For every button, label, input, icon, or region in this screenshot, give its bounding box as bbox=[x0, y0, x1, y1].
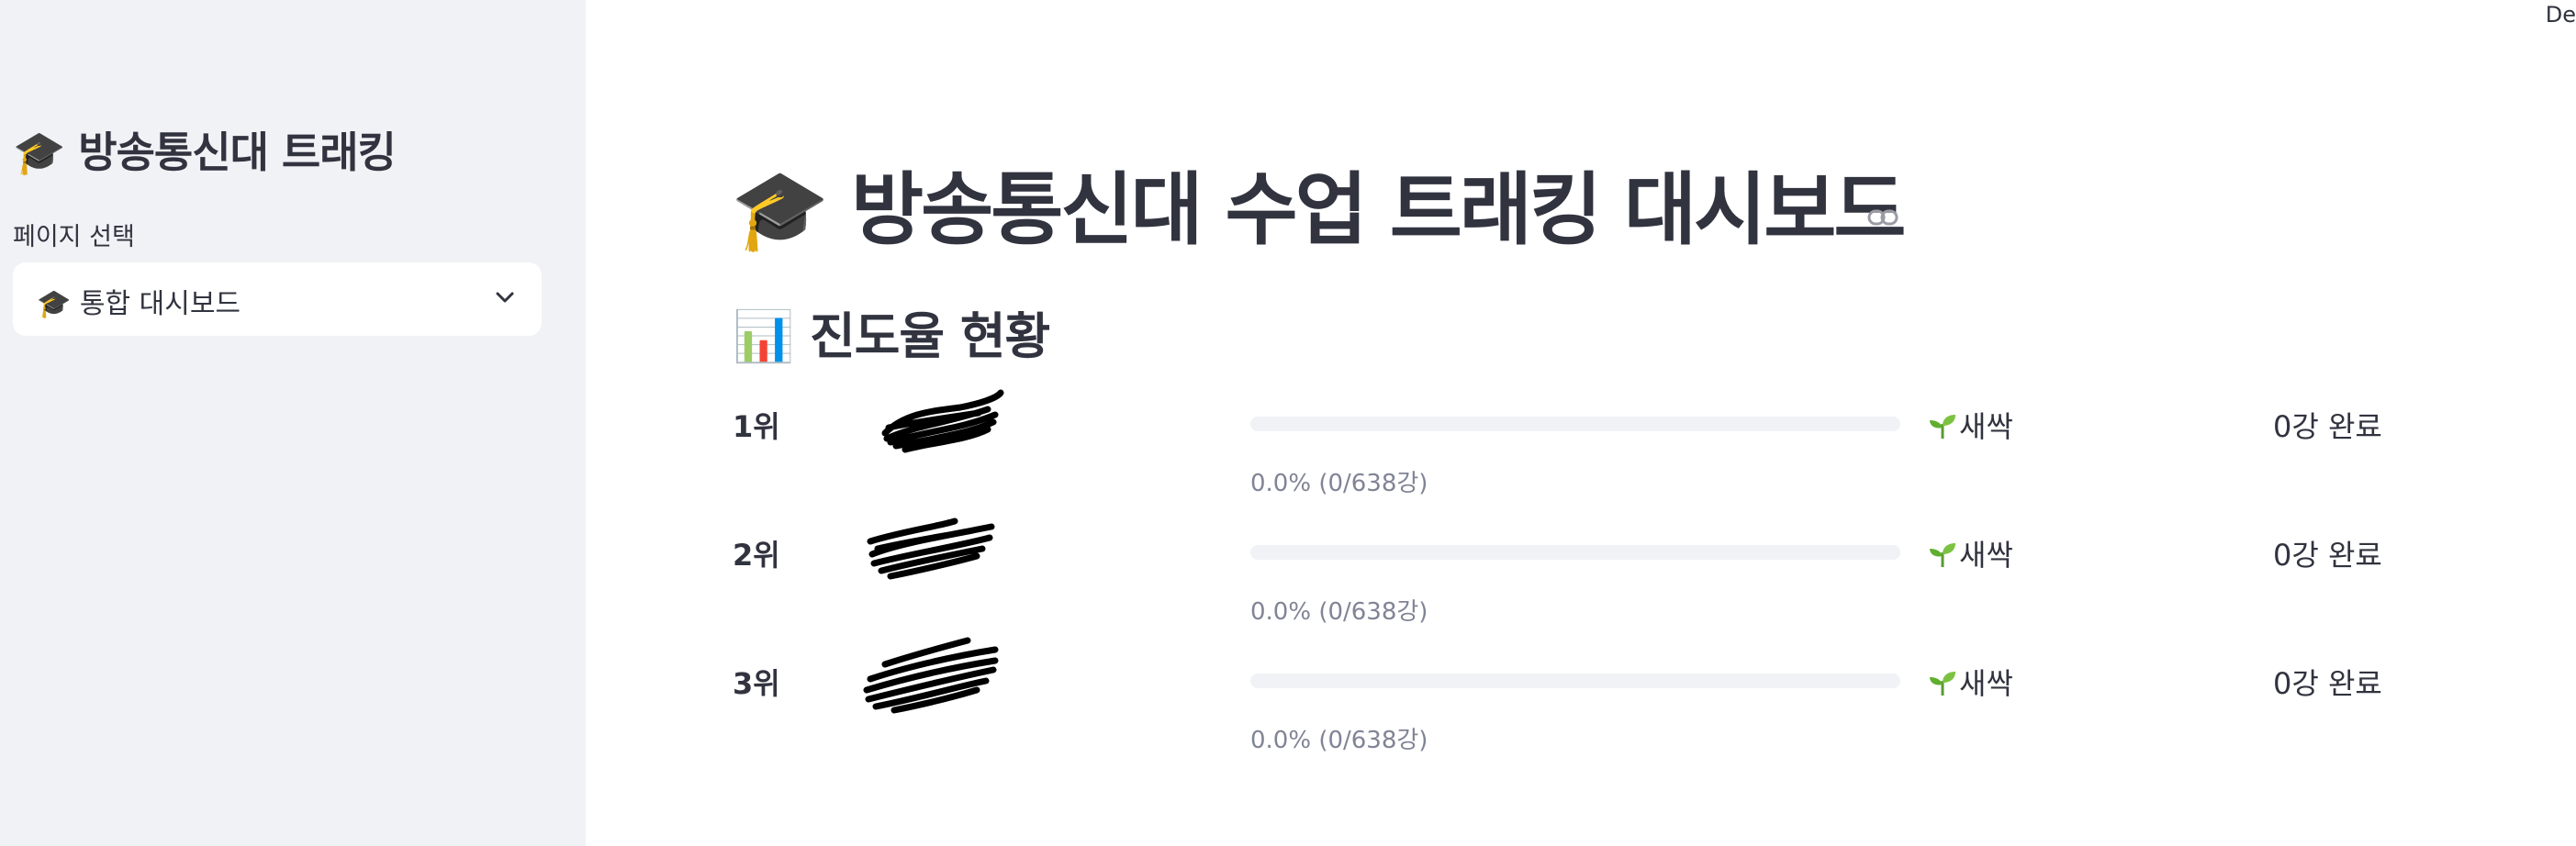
status-badge-label: 새싹 bbox=[1959, 538, 2013, 573]
redacted-name bbox=[867, 518, 995, 580]
status-badge-label: 새싹 bbox=[1959, 409, 2013, 444]
progress-text: 0.0% (0/638강) bbox=[1250, 727, 1428, 754]
sprout-icon bbox=[1930, 672, 1955, 696]
sprout-icon bbox=[1930, 415, 1955, 439]
sprout-icon bbox=[1930, 543, 1955, 567]
status-badge: 새싹 bbox=[1928, 661, 2013, 703]
status-badge-label: 새싹 bbox=[1959, 666, 2013, 701]
status-badge: 새싹 bbox=[1928, 404, 2013, 446]
completed-count: 0강 완료 bbox=[2273, 538, 2382, 573]
completed-count: 0강 완료 bbox=[2273, 666, 2382, 701]
chevron-down-icon bbox=[496, 292, 514, 303]
progress-bar bbox=[1250, 417, 1900, 431]
link-icon[interactable] bbox=[1867, 206, 1898, 229]
progress-text: 0.0% (0/638강) bbox=[1250, 470, 1428, 497]
progress-bar bbox=[1250, 545, 1900, 560]
sidebar-title: 🎓 방송통신대 트래킹 bbox=[13, 128, 397, 177]
status-badge: 새싹 bbox=[1928, 532, 2013, 574]
rank-label: 1위 bbox=[733, 409, 780, 444]
sidebar: 🎓 방송통신대 트래킹 페이지 선택 🎓 통합 대시보드 bbox=[0, 0, 586, 846]
page-select-label: 페이지 선택 bbox=[13, 223, 135, 251]
rank-label: 3위 bbox=[733, 666, 780, 701]
page-select[interactable]: 🎓 통합 대시보드 bbox=[13, 262, 542, 336]
section-title: 📊 진도율 현황 bbox=[733, 307, 1050, 365]
deploy-button[interactable]: De bbox=[2546, 2, 2576, 28]
page-select-value: 🎓 통합 대시보드 bbox=[37, 288, 241, 320]
rank-label: 2위 bbox=[733, 538, 780, 573]
redacted-name bbox=[881, 389, 1004, 453]
redacted-name bbox=[863, 637, 999, 714]
progress-text: 0.0% (0/638강) bbox=[1250, 598, 1428, 626]
page-title: 🎓 방송통신대 수업 트래킹 대시보드 bbox=[731, 164, 1907, 256]
progress-bar bbox=[1250, 673, 1900, 688]
completed-count: 0강 완료 bbox=[2273, 409, 2382, 444]
